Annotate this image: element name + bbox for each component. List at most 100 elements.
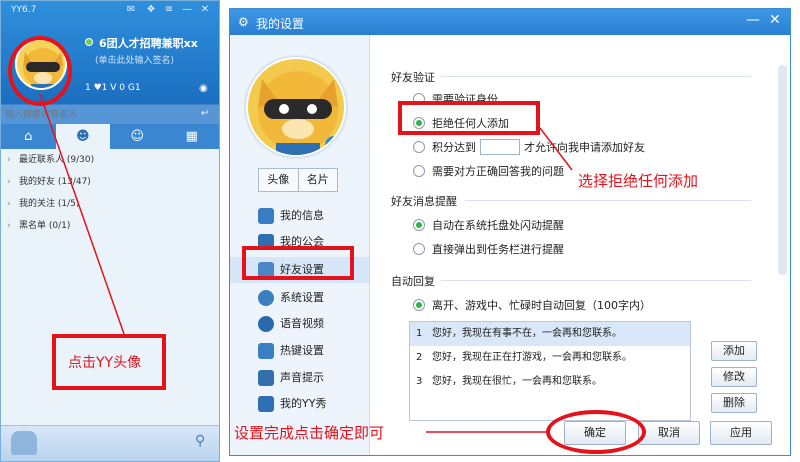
avatar-highlight xyxy=(8,36,72,106)
yy-logo-icon[interactable] xyxy=(11,431,37,455)
sidebar-item-sound[interactable]: 声音提示 xyxy=(230,365,369,391)
item-text: 您好，我现在正在打游戏，一会再和您联系。 xyxy=(432,352,632,363)
sidebar-item-yy-show[interactable]: 我的YY秀 xyxy=(230,391,369,417)
cancel-button[interactable]: 取消 xyxy=(638,421,700,445)
apply-button[interactable]: 应用 xyxy=(710,421,772,445)
divider xyxy=(441,76,751,77)
sidebar-item-voice-video[interactable]: 语音视频 xyxy=(230,311,369,337)
delete-reply-button[interactable]: 删除 xyxy=(711,393,757,413)
list-item[interactable]: › 我的关注 (1/5) xyxy=(1,193,219,215)
gear-icon xyxy=(258,290,274,306)
sidebar-item-hotkeys[interactable]: 热键设置 xyxy=(230,338,369,364)
group-icon: ☺ xyxy=(130,129,145,144)
item-text: 您好，我现在有事不在，一会再和您联系。 xyxy=(432,328,622,339)
radio-label: 积分达到 xyxy=(432,141,476,154)
menu-icon[interactable]: ≡ xyxy=(163,4,175,16)
sidebar-item-label: 声音提示 xyxy=(280,371,324,384)
radio-answer-question[interactable]: 需要对方正确回答我的问题 xyxy=(413,163,564,179)
section-title-friend-msg: 好友消息提醒 xyxy=(391,195,457,208)
list-item[interactable]: › 我的好友 (13/47) xyxy=(1,171,219,193)
enter-icon[interactable]: ↵ xyxy=(201,108,209,119)
sidebar-item-label: 语音视频 xyxy=(280,317,324,330)
tab-home[interactable]: ⌂ xyxy=(1,124,56,149)
search-bar: ↵ xyxy=(1,104,219,124)
tab-apps[interactable]: ▦ xyxy=(165,124,220,149)
music-note-icon xyxy=(258,370,274,386)
list-item[interactable]: 2 您好，我现在正在打游戏，一会再和您联系。 xyxy=(410,346,690,370)
item-number: 3 xyxy=(416,376,423,387)
shirt-icon xyxy=(258,396,274,412)
annotation-finish-ok: 设置完成点击确定即可 xyxy=(234,424,385,442)
radio-auto-reply[interactable]: 离开、游戏中、忙碌时自动回复（100字内） xyxy=(413,297,651,313)
avatar-button[interactable]: 头像 xyxy=(259,169,298,191)
user-stats: 1 ♥1 V 0 G1 xyxy=(85,83,141,93)
chevron-right-icon: › xyxy=(7,221,11,231)
edit-reply-button[interactable]: 修改 xyxy=(711,367,757,387)
list-item[interactable]: 1 您好，我现在有事不在，一会再和您联系。 xyxy=(410,322,690,346)
search-input[interactable] xyxy=(5,107,195,123)
info-icon xyxy=(258,208,274,224)
annotation-click-avatar: 点击YY头像 xyxy=(68,355,142,371)
sidebar-item-label: 我的YY秀 xyxy=(280,397,327,410)
add-reply-button[interactable]: 添加 xyxy=(711,341,757,361)
group-label: 最近联系人 (9/30) xyxy=(19,155,95,165)
annotation-box-reject xyxy=(398,101,540,135)
group-label: 黑名单 (0/1) xyxy=(19,221,71,231)
scrollbar[interactable] xyxy=(778,65,787,275)
online-status-icon[interactable] xyxy=(85,38,93,46)
sidebar-item-system-settings[interactable]: 系统设置 xyxy=(230,285,369,311)
item-text: 您好，我现在很忙，一会再和您联系。 xyxy=(432,376,602,387)
chevron-right-icon: › xyxy=(7,199,11,209)
card-button[interactable]: 名片 xyxy=(297,169,338,191)
radio-checked-icon xyxy=(413,219,425,231)
person-icon: ☻ xyxy=(75,129,90,144)
tab-groups[interactable]: ☺ xyxy=(110,124,165,149)
keyboard-icon xyxy=(258,343,274,359)
divider xyxy=(465,200,751,201)
radio-label: 自动在系统托盘处闪动提醒 xyxy=(432,219,564,232)
list-item[interactable]: › 黑名单 (0/1) xyxy=(1,215,219,237)
yy-title-bar: YY6.7 ✉ ❖ ≡ — ✕ xyxy=(1,1,219,21)
eye-icon[interactable]: ◉ xyxy=(199,83,211,94)
radio-label: 离开、游戏中、忙碌时自动回复（100字内） xyxy=(432,299,651,312)
profile-avatar[interactable] xyxy=(246,57,346,157)
list-item[interactable]: › 最近联系人 (9/30) xyxy=(1,149,219,171)
radio-taskbar-popup[interactable]: 直接弹出到任务栏进行提醒 xyxy=(413,241,564,257)
signature-field[interactable]: (单击此处输入签名) xyxy=(95,53,174,66)
close-icon[interactable]: ✕ xyxy=(199,4,211,16)
radio-label: 需要对方正确回答我的问题 xyxy=(432,165,564,178)
sidebar-item-my-info[interactable]: 我的信息 xyxy=(230,203,369,229)
radio-icon xyxy=(413,141,425,153)
radio-label: 直接弹出到任务栏进行提醒 xyxy=(432,243,564,256)
radio-icon xyxy=(413,243,425,255)
sidebar-item-label: 我的信息 xyxy=(280,209,324,222)
avatar-button-group: 头像 名片 xyxy=(258,168,338,192)
settings-window: ⚙ 我的设置 — ✕ 头像 名片 我的信息 我的公会 好友设置 系统设置 语音视… xyxy=(229,8,791,456)
section-title-auto-reply: 自动回复 xyxy=(391,275,435,288)
yy-version-label: YY6.7 xyxy=(11,5,37,15)
item-number: 1 xyxy=(416,328,423,339)
minimize-icon[interactable]: — xyxy=(181,4,193,16)
score-suffix-label: 才允许向我申请添加好友 xyxy=(524,141,645,154)
group-label: 我的好友 (13/47) xyxy=(19,177,91,187)
tab-friends[interactable]: ☻ xyxy=(55,124,110,149)
settings-title-bar: ⚙ 我的设置 — ✕ xyxy=(230,9,790,35)
mail-icon[interactable]: ✉ xyxy=(125,4,137,16)
section-title-friend-verify: 好友验证 xyxy=(391,71,435,84)
list-item[interactable]: 3 您好，我现在很忙，一会再和您联系。 xyxy=(410,370,690,394)
item-number: 2 xyxy=(416,352,423,363)
score-input[interactable] xyxy=(480,139,520,155)
close-button[interactable]: ✕ xyxy=(769,12,781,28)
minimize-button[interactable]: — xyxy=(746,12,760,28)
window-title: 我的设置 xyxy=(256,17,305,31)
yy-tabs: ⌂ ☻ ☺ ▦ xyxy=(1,124,219,149)
chevron-right-icon: › xyxy=(7,177,11,187)
ok-button-highlight xyxy=(546,410,646,454)
search-icon[interactable]: ⚲ xyxy=(195,433,205,449)
gear-icon: ⚙ xyxy=(238,15,249,29)
radio-checked-icon xyxy=(413,299,425,311)
home-icon: ⌂ xyxy=(24,129,33,144)
radio-tray-flash[interactable]: 自动在系统托盘处闪动提醒 xyxy=(413,217,564,233)
skin-icon[interactable]: ❖ xyxy=(145,4,157,16)
radio-score-reached[interactable]: 积分达到 才允许向我申请添加好友 xyxy=(413,139,645,155)
